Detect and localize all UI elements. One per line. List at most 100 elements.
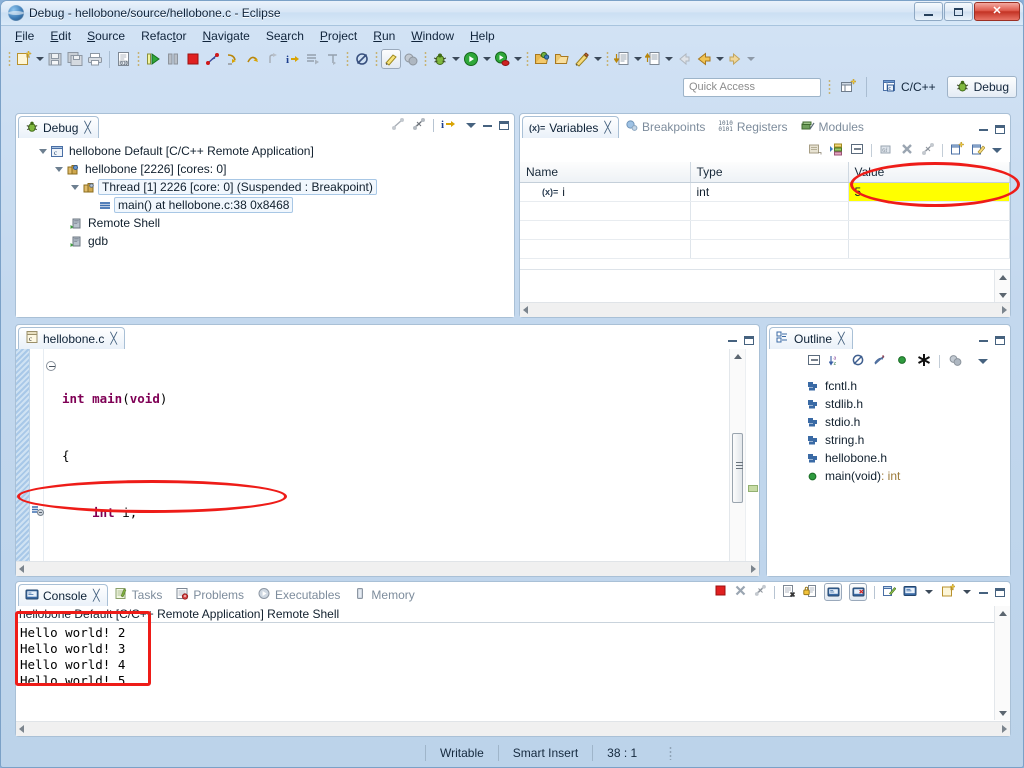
tab-hellobone-c[interactable]: c hellobone.c ╳ bbox=[18, 327, 126, 349]
remove-all-launches-icon[interactable] bbox=[754, 584, 767, 600]
outline-item[interactable]: main(void) : int bbox=[805, 467, 1010, 485]
disconnect-icon[interactable] bbox=[203, 49, 223, 69]
menu-file[interactable]: File bbox=[7, 27, 42, 45]
maximize-icon[interactable] bbox=[995, 125, 1005, 134]
quick-access-input[interactable]: Quick Access bbox=[682, 77, 821, 97]
menu-refactor[interactable]: Refactor bbox=[133, 27, 194, 45]
maximize-icon[interactable] bbox=[744, 336, 754, 345]
maximize-icon[interactable] bbox=[499, 121, 509, 130]
maximize-button[interactable] bbox=[944, 2, 973, 21]
tab-outline[interactable]: Outline ╳ bbox=[769, 327, 853, 349]
show-console-on-error-icon[interactable] bbox=[849, 583, 867, 601]
outline-item[interactable]: fcntl.h bbox=[805, 377, 1010, 395]
save-all-icon[interactable] bbox=[65, 49, 85, 69]
editor-scroll-thumb[interactable] bbox=[732, 433, 743, 503]
twisty-expanded-icon[interactable] bbox=[52, 165, 65, 174]
terminate-icon[interactable] bbox=[183, 49, 203, 69]
overview-marker-current-line[interactable] bbox=[748, 485, 758, 492]
step-over-icon[interactable] bbox=[243, 49, 263, 69]
twisty-expanded-icon[interactable] bbox=[36, 147, 49, 156]
tab-executables[interactable]: Executables bbox=[251, 584, 347, 606]
close-icon[interactable]: ╳ bbox=[84, 121, 91, 134]
debug-tree-row[interactable]: c hellobone Default [C/C++ Remote Applic… bbox=[22, 142, 514, 160]
close-button[interactable]: ✕ bbox=[974, 2, 1020, 21]
close-icon[interactable]: ╳ bbox=[838, 332, 845, 345]
open-resource-icon[interactable] bbox=[552, 49, 572, 69]
back-history-icon[interactable] bbox=[694, 49, 714, 69]
minimize-icon[interactable] bbox=[979, 591, 988, 594]
show-type-names-icon[interactable] bbox=[808, 142, 822, 159]
profile-icon[interactable] bbox=[492, 49, 512, 69]
suspend-icon[interactable] bbox=[163, 49, 183, 69]
view-menu-icon[interactable] bbox=[978, 358, 988, 364]
tab-problems[interactable]: Problems bbox=[169, 584, 251, 606]
view-menu-icon[interactable] bbox=[466, 123, 476, 128]
search-dropdown-arrow[interactable] bbox=[592, 49, 603, 69]
editor-horizontal-scrollbar[interactable] bbox=[16, 561, 759, 576]
run-dropdown-arrow[interactable] bbox=[481, 49, 492, 69]
remove-icon[interactable] bbox=[900, 142, 914, 159]
variable-value-cell[interactable]: 5 bbox=[848, 182, 1010, 202]
editor-overview-ruler[interactable] bbox=[745, 349, 759, 576]
menu-navigate[interactable]: Navigate bbox=[194, 27, 257, 45]
toolbar-drag-handle[interactable] bbox=[8, 50, 11, 68]
tab-modules[interactable]: Modules bbox=[795, 116, 871, 138]
open-console-icon[interactable] bbox=[941, 583, 956, 601]
close-icon[interactable]: ╳ bbox=[110, 332, 117, 345]
menu-run[interactable]: Run bbox=[365, 27, 403, 45]
step-into-icon[interactable] bbox=[223, 49, 243, 69]
table-row[interactable] bbox=[520, 201, 1010, 221]
open-console-dropdown-arrow[interactable] bbox=[962, 582, 972, 602]
menu-search[interactable]: Search bbox=[258, 27, 312, 45]
hide-static-icon[interactable]: s bbox=[873, 353, 887, 370]
instruction-stepping-icon[interactable]: i bbox=[283, 49, 303, 69]
debug-icon[interactable] bbox=[430, 49, 450, 69]
focus-icon[interactable] bbox=[948, 353, 962, 370]
debug-tree-row[interactable]: Thread [1] 2226 [core: 0] (Suspended : B… bbox=[22, 178, 514, 196]
maximize-icon[interactable] bbox=[995, 587, 1005, 597]
sort-icon[interactable]: az bbox=[828, 353, 843, 370]
menu-help[interactable]: Help bbox=[462, 27, 503, 45]
add-watch-icon[interactable]: 6f bbox=[879, 142, 893, 159]
outline-item[interactable]: hellobone.h bbox=[805, 449, 1010, 467]
skip-all-breakpoints-icon[interactable] bbox=[352, 49, 372, 69]
tab-memory[interactable]: Memory bbox=[347, 584, 421, 606]
remove-launch-icon[interactable] bbox=[734, 584, 747, 600]
pencil-highlight-icon[interactable] bbox=[381, 49, 401, 69]
console-output[interactable]: Hello world! 2 Hello world! 3 Hello worl… bbox=[16, 623, 1010, 691]
remove-terminated-icon[interactable] bbox=[412, 117, 426, 134]
debug-tree-row[interactable]: Remote Shell bbox=[22, 214, 514, 232]
new-wizard-icon[interactable] bbox=[14, 49, 34, 69]
table-row[interactable] bbox=[520, 239, 1010, 259]
instruction-stepping-icon[interactable]: i bbox=[441, 117, 459, 134]
close-icon[interactable]: ╳ bbox=[604, 121, 611, 134]
resume-icon[interactable] bbox=[143, 49, 163, 69]
variable-type-cell[interactable]: int bbox=[690, 182, 849, 202]
console-vertical-scrollbar[interactable] bbox=[994, 606, 1010, 720]
debug-tree-row[interactable]: main() at hellobone.c:38 0x8468 bbox=[22, 196, 514, 214]
back-icon[interactable] bbox=[674, 49, 694, 69]
debug-history-icon[interactable] bbox=[401, 49, 421, 69]
forward-icon[interactable] bbox=[725, 49, 745, 69]
minimize-icon[interactable] bbox=[483, 124, 492, 127]
outline-item[interactable]: stdio.h bbox=[805, 413, 1010, 431]
back-dropdown-arrow[interactable] bbox=[714, 49, 725, 69]
perspective-debug[interactable]: Debug bbox=[946, 76, 1017, 98]
display-selected-console-dropdown-arrow[interactable] bbox=[924, 582, 934, 602]
column-header-type[interactable]: Type bbox=[690, 162, 849, 183]
collapse-all-icon[interactable] bbox=[807, 353, 821, 370]
close-icon[interactable]: ╳ bbox=[93, 589, 100, 602]
display-selected-console-icon[interactable] bbox=[903, 584, 917, 601]
previous-annotation-dropdown-arrow[interactable] bbox=[663, 49, 674, 69]
hide-nonpublic-icon[interactable] bbox=[895, 353, 909, 370]
minimize-button[interactable] bbox=[914, 2, 943, 21]
tab-tasks[interactable]: Tasks bbox=[108, 584, 170, 606]
use-step-filters-icon[interactable] bbox=[323, 49, 343, 69]
table-row[interactable] bbox=[520, 220, 1010, 240]
show-console-on-output-icon[interactable] bbox=[824, 583, 842, 601]
maximize-icon[interactable] bbox=[995, 336, 1005, 345]
debug-tree-row[interactable]: hellobone [2226] [cores: 0] bbox=[22, 160, 514, 178]
minimize-icon[interactable] bbox=[728, 339, 737, 342]
tab-breakpoints[interactable]: Breakpoints bbox=[619, 116, 712, 138]
menu-window[interactable]: Window bbox=[403, 27, 462, 45]
